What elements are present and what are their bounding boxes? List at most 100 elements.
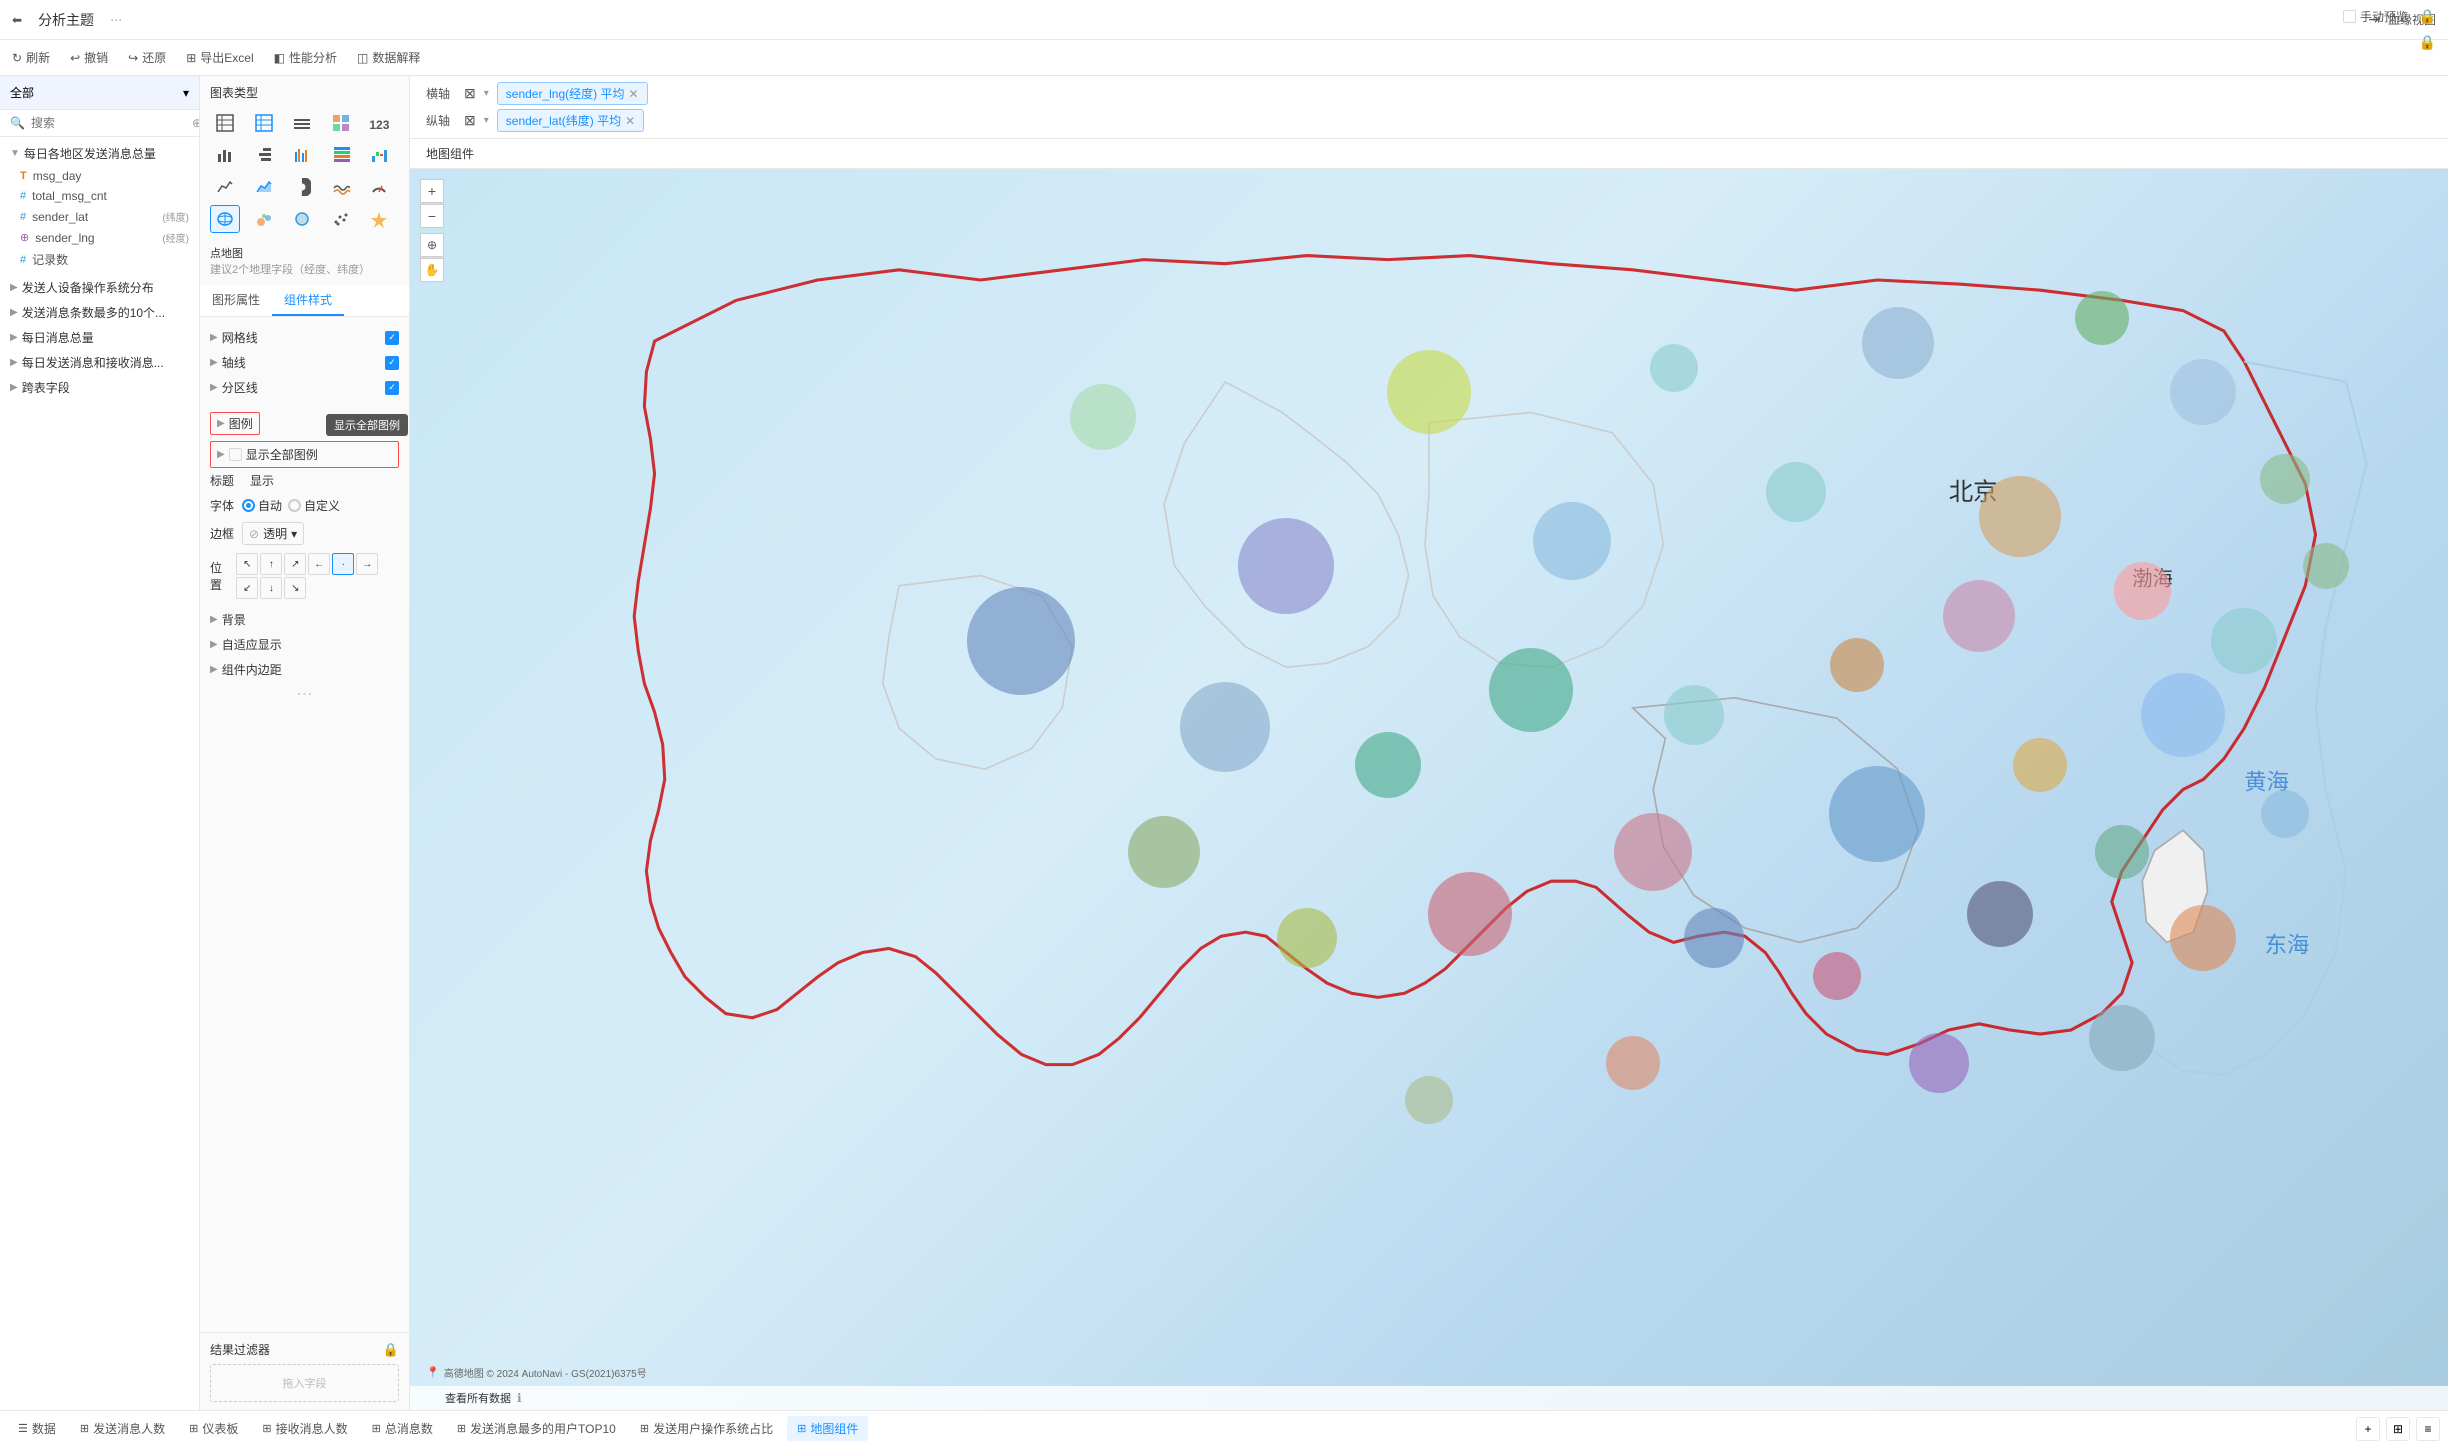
chart-gauge-icon[interactable] bbox=[364, 173, 394, 201]
zoom-out-btn[interactable]: − bbox=[420, 204, 444, 228]
sidebar-item-senderlat[interactable]: # sender_lat (纬度) bbox=[0, 206, 199, 227]
tab-component-style[interactable]: 组件样式 bbox=[272, 285, 344, 316]
pos-bottomcenter[interactable]: ↓ bbox=[260, 577, 282, 599]
y-axis-tag[interactable]: sender_lat(纬度) 平均 ✕ bbox=[497, 109, 644, 132]
chart-table-icon[interactable] bbox=[210, 109, 240, 137]
main-layout: 全部 ▾ 🔍 ⊕ ▼ 每日各地区发送消息总量 T msg_day # total… bbox=[0, 76, 2448, 1410]
tab-top10-icon: ⊞ bbox=[457, 1422, 466, 1435]
list-view-btn[interactable]: ≡ bbox=[2416, 1417, 2440, 1441]
chart-number-icon[interactable]: 123 bbox=[364, 109, 394, 137]
pos-bottomright[interactable]: ↘ bbox=[284, 577, 306, 599]
section-header-daily[interactable]: ▼ 每日各地区发送消息总量 bbox=[0, 141, 199, 166]
chart-column-icon[interactable] bbox=[249, 141, 279, 169]
redo-btn[interactable]: ↪ 还原 bbox=[128, 49, 166, 66]
bottom-tab-os[interactable]: ⊞ 发送用户操作系统占比 bbox=[630, 1416, 783, 1441]
padding-section[interactable]: ▶ 组件内边距 bbox=[200, 657, 409, 682]
undo-btn[interactable]: ↩ 撤销 bbox=[70, 49, 108, 66]
sidebar-item-records[interactable]: # 记录数 bbox=[0, 248, 199, 271]
chart-bar-icon[interactable] bbox=[210, 141, 240, 169]
pos-middlecenter[interactable]: · bbox=[332, 553, 354, 575]
pos-bottomleft[interactable]: ↙ bbox=[236, 577, 258, 599]
pos-topleft[interactable]: ↖ bbox=[236, 553, 258, 575]
sidebar-dropdown[interactable]: 全部 ▾ bbox=[0, 76, 199, 110]
x-axis-tag[interactable]: sender_lng(经度) 平均 ✕ bbox=[497, 82, 648, 105]
search-input[interactable] bbox=[31, 116, 186, 130]
chart-custom-icon[interactable] bbox=[364, 205, 394, 233]
tab-shape-props[interactable]: 图形属性 bbox=[200, 285, 272, 316]
refresh-btn[interactable]: ↻ 刷新 bbox=[12, 49, 50, 66]
map-container[interactable]: 北京 渤海 黄海 东海 + − ⊕ ✋ 📍 高德地图 © 2024 bbox=[410, 169, 2448, 1410]
chart-pivot-icon[interactable] bbox=[287, 109, 317, 137]
sidebar-item-totalmsg[interactable]: # total_msg_cnt bbox=[0, 186, 199, 206]
section-header-send-recv[interactable]: ▶ 每日发送消息和接收消息... bbox=[0, 350, 199, 375]
axis-checkbox[interactable] bbox=[385, 356, 399, 370]
pos-topcenter[interactable]: ↑ bbox=[260, 553, 282, 575]
pos-topright[interactable]: ↗ bbox=[284, 553, 306, 575]
y-tag-close[interactable]: ✕ bbox=[625, 114, 635, 128]
y-dropdown-icon[interactable]: ▾ bbox=[484, 115, 489, 126]
back-icon[interactable]: ⬅ bbox=[12, 13, 22, 27]
bottom-tab-total-msg[interactable]: ⊞ 总消息数 bbox=[362, 1416, 443, 1441]
pos-middleleft[interactable]: ← bbox=[308, 553, 330, 575]
chart-line-icon[interactable] bbox=[210, 173, 240, 201]
bottom-bar-right: + ⊞ ≡ bbox=[2356, 1417, 2440, 1441]
y-chart-icon[interactable]: ⊠ bbox=[464, 112, 476, 129]
grid-checkbox[interactable] bbox=[385, 331, 399, 345]
grid-view-btn[interactable]: ⊞ bbox=[2386, 1417, 2410, 1441]
bottom-tab-map[interactable]: ⊞ 地图组件 bbox=[787, 1416, 868, 1441]
section-header-cross[interactable]: ▶ 跨表字段 bbox=[0, 375, 199, 400]
hand-tool-btn[interactable]: ✋ bbox=[420, 258, 444, 282]
adaptive-section[interactable]: ▶ 自适应显示 bbox=[200, 632, 409, 657]
border-select[interactable]: ⊘ 透明 ▾ bbox=[242, 522, 304, 545]
chart-area-icon[interactable] bbox=[249, 173, 279, 201]
chart-stacked-icon[interactable] bbox=[326, 141, 356, 169]
radio-custom-circle bbox=[288, 499, 301, 512]
zone-checkbox[interactable] bbox=[385, 381, 399, 395]
compass-btn[interactable]: ⊕ bbox=[420, 233, 444, 257]
chart-pie-icon[interactable] bbox=[287, 173, 317, 201]
type-hash-icon3: # bbox=[20, 254, 26, 266]
filter-lock-icon[interactable]: 🔒 bbox=[383, 1342, 399, 1358]
export-excel-btn[interactable]: ⊞ 导出Excel bbox=[186, 49, 253, 66]
view-all-checkbox[interactable] bbox=[426, 1392, 439, 1405]
sidebar-item-msgday[interactable]: T msg_day bbox=[0, 166, 199, 186]
bottom-tab-senders[interactable]: ⊞ 发送消息人数 bbox=[70, 1416, 175, 1441]
perf-analysis-btn[interactable]: ◧ 性能分析 bbox=[274, 49, 337, 66]
add-search-icon[interactable]: ⊕ bbox=[192, 116, 200, 130]
zoom-in-btn[interactable]: + bbox=[420, 179, 444, 203]
bottom-tab-data[interactable]: ☰ 数据 bbox=[8, 1416, 66, 1441]
data-explain-btn[interactable]: ◫ 数据解释 bbox=[357, 49, 420, 66]
x-chart-icon[interactable]: ⊠ bbox=[464, 85, 476, 102]
chart-crosstab-icon[interactable] bbox=[249, 109, 279, 137]
radio-custom[interactable]: 自定义 bbox=[288, 497, 340, 514]
bottom-tab-receivers[interactable]: ⊞ 接收消息人数 bbox=[252, 1416, 357, 1441]
x-tag-close[interactable]: ✕ bbox=[628, 87, 638, 101]
add-tab-btn[interactable]: + bbox=[2356, 1417, 2380, 1441]
chart-globe-icon[interactable] bbox=[287, 205, 317, 233]
bg-section[interactable]: ▶ 背景 bbox=[200, 607, 409, 632]
section-header-daily2[interactable]: ▶ 每日消息总量 bbox=[0, 325, 199, 350]
chart-waterfall-icon[interactable] bbox=[364, 141, 394, 169]
bottom-tab-top10[interactable]: ⊞ 发送消息最多的用户TOP10 bbox=[447, 1416, 626, 1441]
pos-middleright[interactable]: → bbox=[356, 553, 378, 575]
chart-scatter-icon[interactable] bbox=[326, 205, 356, 233]
show-legend-checkbox[interactable] bbox=[229, 448, 242, 461]
section-header-top10[interactable]: ▶ 发送消息条数最多的10个... bbox=[0, 300, 199, 325]
map-component-title: 地图组件 bbox=[410, 139, 2448, 169]
radio-auto[interactable]: 自动 bbox=[242, 497, 282, 514]
chart-grouped-bar-icon[interactable] bbox=[287, 141, 317, 169]
chart-wave-icon[interactable] bbox=[326, 173, 356, 201]
grid-expand[interactable]: ▶ 网格线 bbox=[210, 329, 258, 346]
section-header-device[interactable]: ▶ 发送人设备操作系统分布 bbox=[0, 275, 199, 300]
x-dropdown-icon[interactable]: ▾ bbox=[484, 88, 489, 99]
chart-map-icon[interactable] bbox=[210, 205, 240, 233]
zone-expand[interactable]: ▶ 分区线 bbox=[210, 379, 258, 396]
bottom-tab-dashboard[interactable]: ⊞ 仪表板 bbox=[179, 1416, 248, 1441]
more-menu-icon[interactable]: ⋯ bbox=[110, 13, 122, 27]
chart-bubble-icon[interactable] bbox=[249, 205, 279, 233]
filter-drop-zone[interactable]: 拖入字段 bbox=[210, 1364, 399, 1402]
axis-expand[interactable]: ▶ 轴线 bbox=[210, 354, 246, 371]
chart-color-table-icon[interactable] bbox=[326, 109, 356, 137]
legend-show-row: ▶ 显示全部图例 显示全部图例 bbox=[210, 441, 399, 468]
sidebar-item-senderlng[interactable]: ⊕ sender_lng (经度) bbox=[0, 227, 199, 248]
